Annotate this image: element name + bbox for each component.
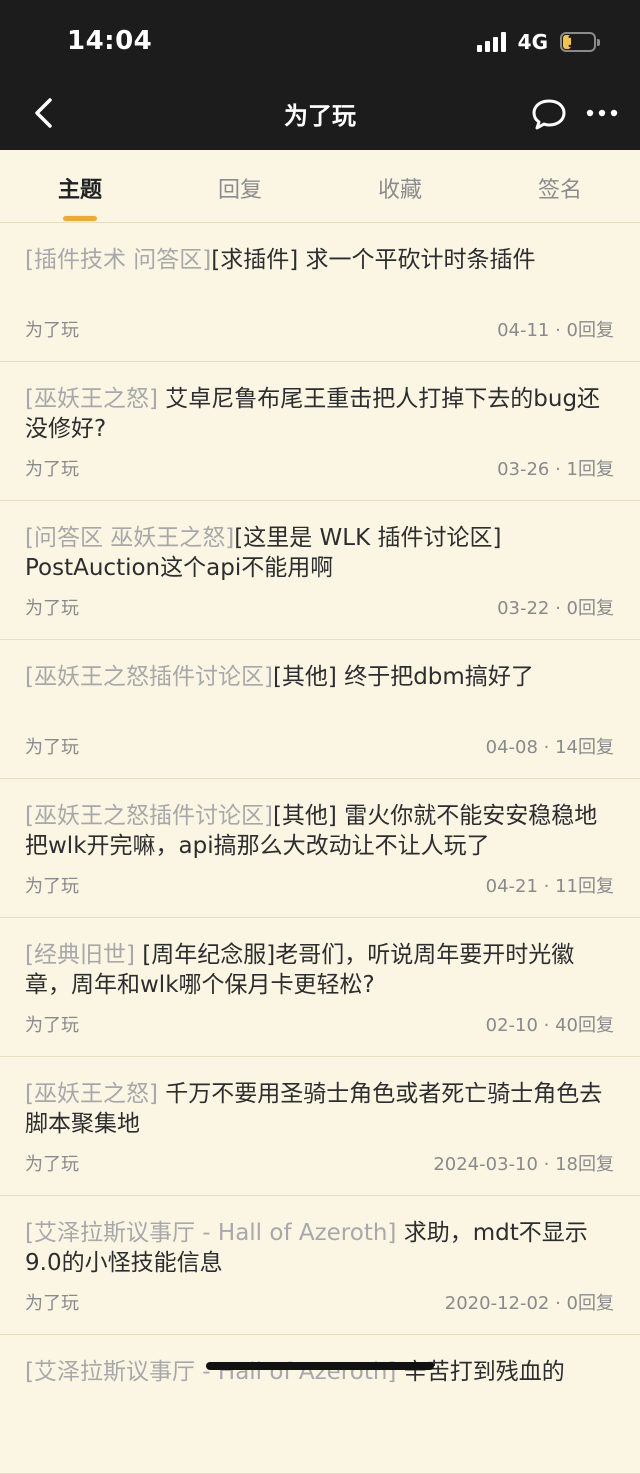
more-dots-icon[interactable] [582,100,622,126]
network-type: 4G [517,30,548,54]
tab-bar: 主题 回复 收藏 签名 [0,150,640,223]
post-author: 为了玩 [25,1154,79,1175]
post-author: 为了玩 [25,320,79,341]
post-title: [艾泽拉斯议事厅 - Hall of Azeroth] 求助，mdt不显示9.0… [25,1218,612,1278]
forum-tag: [插件技术 问答区] [25,247,212,273]
list-item[interactable]: [艾泽拉斯议事厅 - Hall of Azeroth] 求助，mdt不显示9.0… [0,1196,640,1335]
post-title-text: [其他] 终于把dbm搞好了 [272,664,534,690]
post-author: 为了玩 [25,1015,79,1036]
app-header: 14:04 4G 11 为了玩 [0,0,640,150]
post-author: 为了玩 [25,737,79,758]
post-title: [巫妖王之怒插件讨论区][其他] 雷火你就不能安安稳稳地把wlk开完嘛，api搞… [25,801,612,861]
tab-favorites[interactable]: 收藏 [340,172,460,204]
forum-tag: [艾泽拉斯议事厅 - Hall of Azeroth] [25,1220,397,1246]
post-author: 为了玩 [25,459,79,480]
status-indicators: 4G 11 [476,30,600,54]
list-item[interactable]: [巫妖王之怒] 千万不要用圣骑士角色或者死亡骑士角色去脚本聚集地 为了玩 202… [0,1057,640,1196]
list-item[interactable]: [问答区 巫妖王之怒][这里是 WLK 插件讨论区] PostAuction这个… [0,501,640,640]
home-indicator [206,1362,434,1370]
post-title: [问答区 巫妖王之怒][这里是 WLK 插件讨论区] PostAuction这个… [25,523,612,583]
post-author: 为了玩 [25,876,79,897]
signal-icon [476,32,506,52]
forum-tag: [巫妖王之怒] [25,1081,158,1107]
post-title: [经典旧世] [周年纪念服]老哥们，听说周年要开时光徽章，周年和wlk哪个保月卡… [25,940,612,1000]
post-title: [巫妖王之怒插件讨论区][其他] 终于把dbm搞好了 [25,662,612,692]
battery-percent: 11 [566,32,590,51]
post-meta: 03-22 · 0回复 [497,598,614,619]
forum-tag: [巫妖王之怒插件讨论区] [25,664,273,690]
forum-tag: [巫妖王之怒] [25,386,158,412]
post-author: 为了玩 [25,1293,79,1314]
post-title-text: [求插件] 求一个平砍计时条插件 [211,247,536,273]
post-author: 为了玩 [25,598,79,619]
post-meta: 04-08 · 14回复 [485,737,614,758]
post-meta: 02-10 · 40回复 [485,1015,614,1036]
post-title: [插件技术 问答区][求插件] 求一个平砍计时条插件 [25,245,612,275]
tab-replies[interactable]: 回复 [180,172,300,204]
post-title: [巫妖王之怒] 艾卓尼鲁布尾王重击把人打掉下去的bug还没修好? [25,384,612,444]
list-item[interactable]: [巫妖王之怒插件讨论区][其他] 雷火你就不能安安稳稳地把wlk开完嘛，api搞… [0,779,640,918]
tab-signature[interactable]: 签名 [500,172,620,204]
post-meta: 04-21 · 11回复 [485,876,614,897]
tab-topics[interactable]: 主题 [20,172,140,204]
post-meta: 04-11 · 0回复 [497,320,614,341]
post-meta: 2020-12-02 · 0回复 [444,1293,614,1314]
list-item[interactable]: [艾泽拉斯议事厅 - Hall of Azeroth] 辛苦打到残血的 [0,1335,640,1474]
forum-tag: [问答区 巫妖王之怒] [25,525,235,551]
post-list: [插件技术 问答区][求插件] 求一个平砍计时条插件 为了玩 04-11 · 0… [0,223,640,1474]
list-item[interactable]: [经典旧世] [周年纪念服]老哥们，听说周年要开时光徽章，周年和wlk哪个保月卡… [0,918,640,1057]
list-item[interactable]: [巫妖王之怒] 艾卓尼鲁布尾王重击把人打掉下去的bug还没修好? 为了玩 03-… [0,362,640,501]
post-meta: 2024-03-10 · 18回复 [433,1154,614,1175]
post-title: [巫妖王之怒] 千万不要用圣骑士角色或者死亡骑士角色去脚本聚集地 [25,1079,612,1139]
active-tab-indicator [63,216,97,221]
chat-bubble-icon[interactable] [530,96,568,132]
list-item[interactable]: [巫妖王之怒插件讨论区][其他] 终于把dbm搞好了 为了玩 04-08 · 1… [0,640,640,779]
post-meta: 03-26 · 1回复 [497,459,614,480]
forum-tag: [巫妖王之怒插件讨论区] [25,803,273,829]
list-item[interactable]: [插件技术 问答区][求插件] 求一个平砍计时条插件 为了玩 04-11 · 0… [0,223,640,362]
status-time: 14:04 [67,26,153,56]
battery-icon: 11 [560,32,600,52]
forum-tag: [经典旧世] [25,942,135,968]
